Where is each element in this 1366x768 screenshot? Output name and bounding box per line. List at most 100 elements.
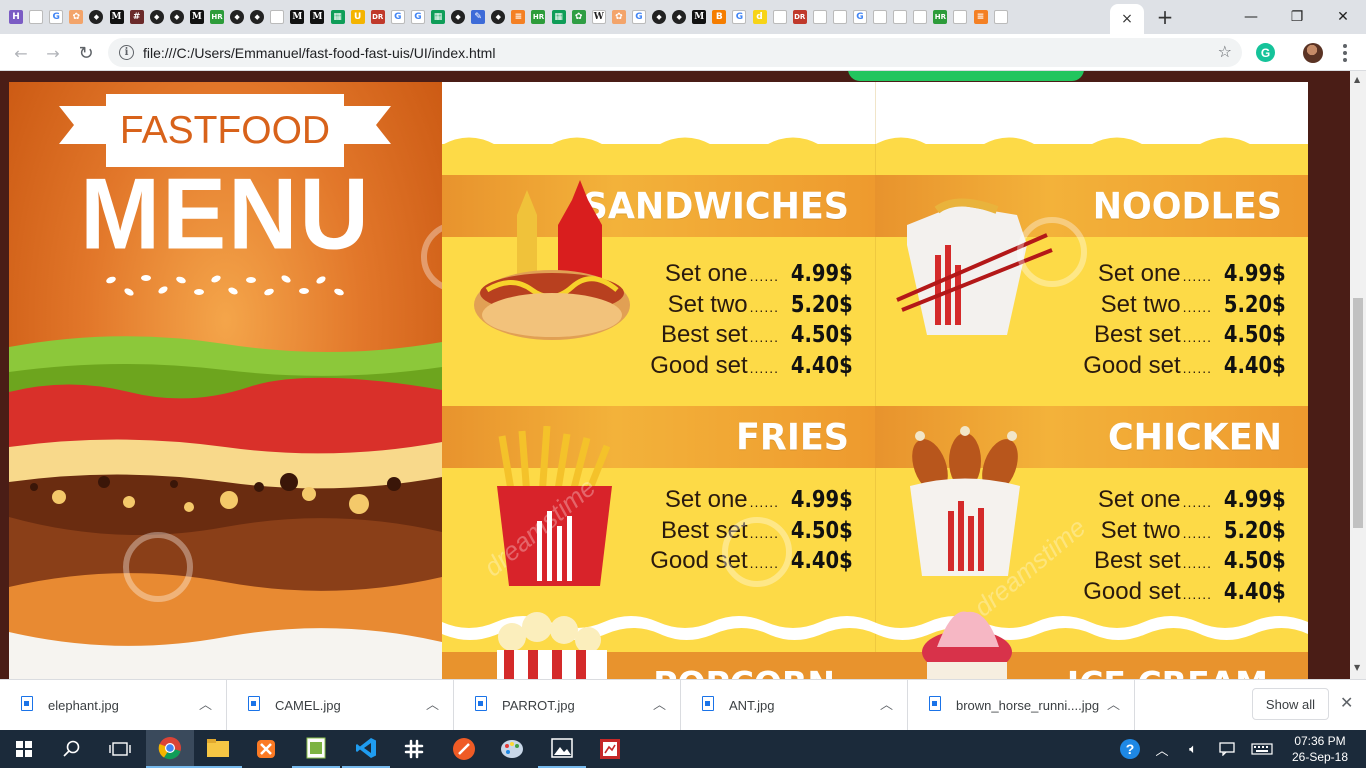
file-explorer-taskbar-app[interactable] (194, 730, 242, 768)
pinned-tab[interactable] (267, 7, 287, 27)
volume-icon[interactable]: 🔈︎ (1180, 730, 1206, 768)
pinned-tab[interactable]: ▦ (549, 7, 569, 27)
download-filename[interactable]: elephant.jpg (48, 698, 119, 713)
pinned-tab[interactable]: ◆ (488, 7, 508, 27)
close-shelf-icon[interactable]: ✕ (1340, 693, 1353, 712)
close-window-button[interactable]: ✕ (1320, 0, 1366, 34)
download-item[interactable]: ANT.jpg ︿ (681, 680, 908, 731)
pinned-tab[interactable]: G (850, 7, 870, 27)
paint-taskbar-app[interactable] (488, 730, 536, 768)
download-filename[interactable]: ANT.jpg (729, 698, 775, 713)
pinned-tab[interactable] (770, 7, 790, 27)
pinned-tab[interactable]: ◆ (649, 7, 669, 27)
show-all-button[interactable]: Show all (1252, 688, 1329, 720)
pinned-tab[interactable]: # (127, 7, 147, 27)
chrome-taskbar-app[interactable] (146, 730, 194, 768)
pinned-tab[interactable]: ✿ (66, 7, 86, 27)
download-filename[interactable]: PARROT.jpg (502, 698, 575, 713)
pinned-tab[interactable]: B (709, 7, 729, 27)
pinned-tab[interactable]: HR (207, 7, 227, 27)
back-button[interactable]: ← (8, 40, 34, 66)
pinned-tab[interactable]: ✿ (609, 7, 629, 27)
chevron-up-icon[interactable]: ︿ (426, 694, 439, 713)
new-tab-button[interactable]: + (1152, 5, 1178, 29)
reload-button[interactable]: ↻ (73, 40, 99, 66)
vertical-scrollbar[interactable]: ▲ ▼ (1350, 71, 1366, 679)
slack-taskbar-app[interactable] (390, 730, 438, 768)
xampp-taskbar-app[interactable] (242, 730, 290, 768)
download-item[interactable]: brown_horse_runni....jpg ︿ (908, 680, 1135, 731)
pinned-tab[interactable]: d (749, 7, 769, 27)
download-filename[interactable]: brown_horse_runni....jpg (956, 698, 1099, 713)
restore-button[interactable]: ❐ (1274, 0, 1320, 34)
vscode-taskbar-app[interactable] (342, 730, 390, 768)
pinned-tab[interactable]: ◆ (448, 7, 468, 27)
postman-taskbar-app[interactable] (440, 730, 488, 768)
download-item[interactable]: PARROT.jpg ︿ (454, 680, 681, 731)
help-icon[interactable]: ? (1116, 730, 1144, 768)
pinned-tab[interactable]: DR (368, 7, 388, 27)
pinned-tab[interactable]: ▦ (328, 7, 348, 27)
sheet-taskbar-app[interactable] (292, 730, 340, 768)
pinned-tab[interactable]: HR (930, 7, 950, 27)
system-clock[interactable]: 07:36 PM 26-Sep-18 (1282, 733, 1358, 765)
chevron-up-icon[interactable]: ︿ (199, 694, 212, 713)
pinned-tab[interactable]: ✿ (569, 7, 589, 27)
keyboard-icon[interactable] (1248, 730, 1276, 768)
url-text[interactable]: file:///C:/Users/Emmanuel/fast-food-fast… (143, 45, 495, 61)
pinned-tab[interactable] (830, 7, 850, 27)
info-icon[interactable]: i (119, 45, 134, 60)
pinned-tab[interactable]: G (629, 7, 649, 27)
pinned-tab[interactable] (950, 7, 970, 27)
download-item[interactable]: elephant.jpg ︿ (0, 680, 227, 731)
photos-taskbar-app[interactable] (538, 730, 586, 768)
browser-menu-icon[interactable] (1335, 40, 1355, 66)
profile-avatar[interactable] (1303, 43, 1323, 63)
start-button[interactable] (0, 730, 48, 768)
pinned-tab[interactable] (870, 7, 890, 27)
search-button[interactable] (48, 730, 96, 768)
pinned-tab[interactable]: HR (528, 7, 548, 27)
active-tab[interactable]: × (1110, 4, 1144, 34)
scroll-up-icon[interactable]: ▲ (1354, 75, 1360, 84)
grammarly-extension-icon[interactable]: G (1256, 43, 1275, 62)
pinned-tab[interactable]: M (106, 7, 126, 27)
chevron-up-icon[interactable]: ︿ (653, 694, 666, 713)
action-center-icon[interactable] (1214, 730, 1240, 768)
pinned-tab[interactable] (890, 7, 910, 27)
pinned-tab[interactable]: G (46, 7, 66, 27)
pinned-tab[interactable] (991, 7, 1011, 27)
task-view-button[interactable] (96, 730, 144, 768)
pinned-tab[interactable]: M (287, 7, 307, 27)
presentation-taskbar-app[interactable] (586, 730, 634, 768)
pinned-tab[interactable]: G (388, 7, 408, 27)
forward-button[interactable]: → (40, 40, 66, 66)
bookmark-star-icon[interactable]: ☆ (1218, 42, 1232, 61)
chevron-up-icon[interactable]: ︿ (1107, 694, 1120, 713)
download-filename[interactable]: CAMEL.jpg (275, 698, 341, 713)
pinned-tab[interactable]: ◆ (167, 7, 187, 27)
pinned-tab[interactable]: ◆ (147, 7, 167, 27)
pinned-tab[interactable]: H (6, 7, 26, 27)
close-tab-icon[interactable]: × (1121, 11, 1133, 27)
pinned-tab[interactable]: M (689, 7, 709, 27)
pinned-tab[interactable]: ◆ (227, 7, 247, 27)
pinned-tab[interactable] (810, 7, 830, 27)
pinned-tab[interactable] (26, 7, 46, 27)
pinned-tab[interactable]: U (348, 7, 368, 27)
pinned-tab[interactable]: ✎ (468, 7, 488, 27)
pinned-tab[interactable]: ◆ (247, 7, 267, 27)
pinned-tab[interactable]: G (408, 7, 428, 27)
pinned-tab[interactable]: ▦ (428, 7, 448, 27)
pinned-tab[interactable]: M (187, 7, 207, 27)
pinned-tab[interactable]: ≡ (508, 7, 528, 27)
pinned-tab[interactable]: W (589, 7, 609, 27)
show-hidden-icons[interactable]: ︿ (1150, 730, 1174, 768)
pinned-tab[interactable]: ≡ (971, 7, 991, 27)
chevron-up-icon[interactable]: ︿ (880, 694, 893, 713)
pinned-tab[interactable] (910, 7, 930, 27)
pinned-tab[interactable]: ◆ (86, 7, 106, 27)
green-button[interactable] (848, 71, 1084, 81)
minimize-button[interactable]: — (1228, 0, 1274, 34)
download-item[interactable]: CAMEL.jpg ︿ (227, 680, 454, 731)
